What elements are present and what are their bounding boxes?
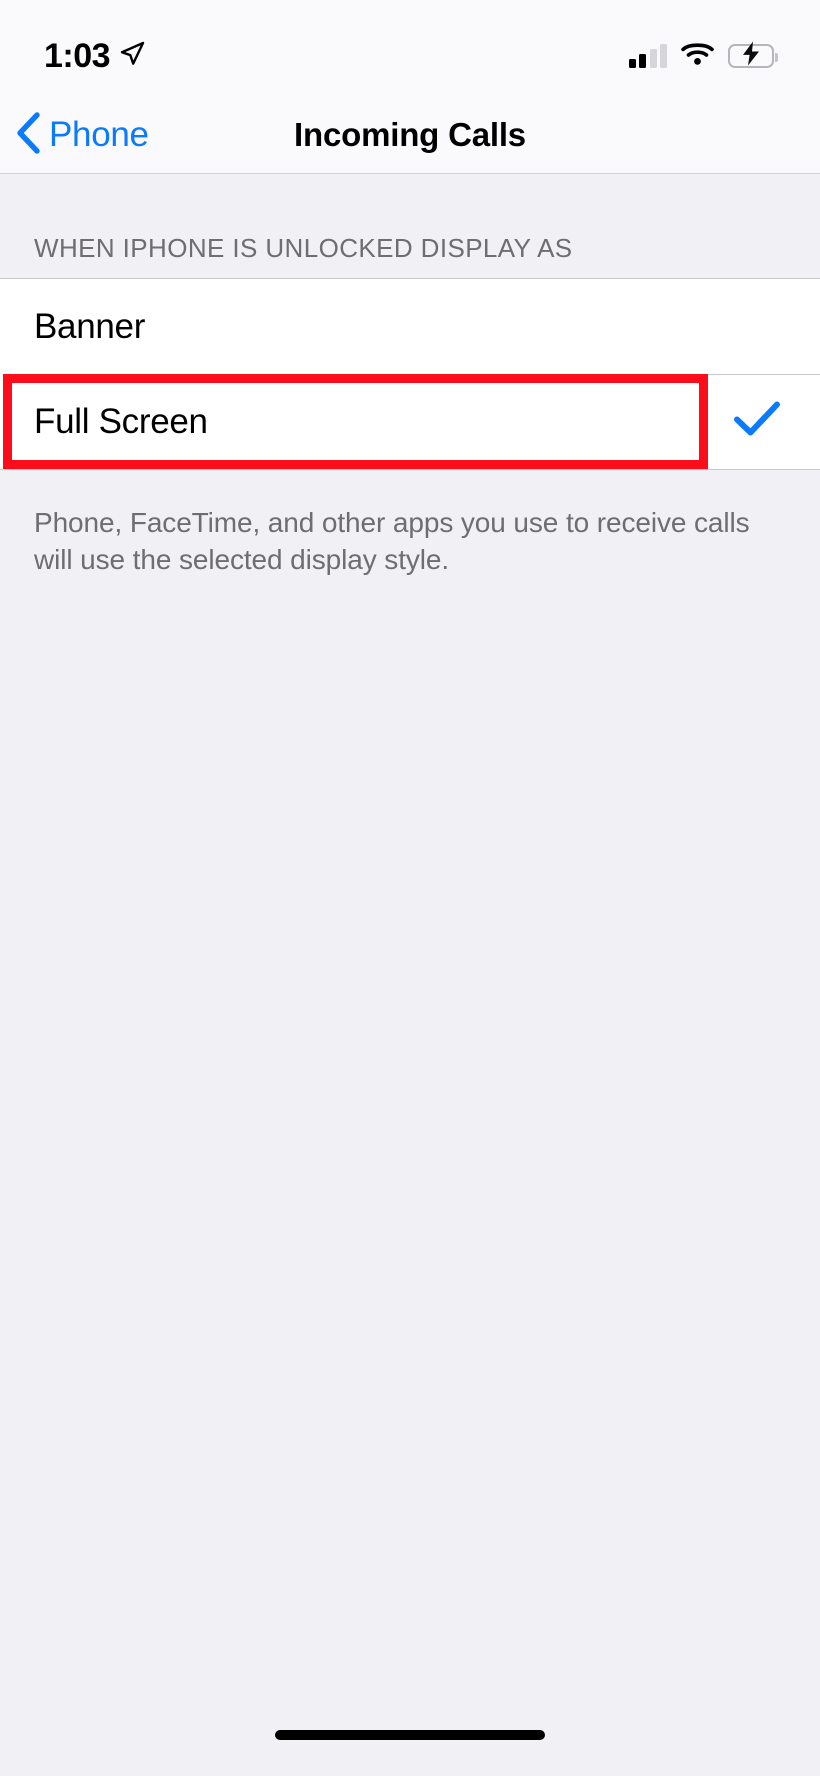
section-header: WHEN IPHONE IS UNLOCKED DISPLAY AS	[34, 233, 573, 263]
page-title: Incoming Calls	[294, 116, 526, 153]
list-item-full-screen[interactable]: Full Screen	[0, 374, 820, 469]
navigation-bar: Phone Incoming Calls	[0, 96, 820, 174]
checkmark-icon	[734, 401, 780, 442]
status-bar-right	[628, 41, 778, 71]
iphone-settings-screen: 1:03 Phone Incoming Calls WHEN IPHONE IS…	[0, 0, 820, 1776]
list-item-label: Banner	[34, 306, 146, 346]
cellular-signal-icon	[628, 44, 667, 68]
section-footer-note: Phone, FaceTime, and other apps you use …	[34, 507, 750, 576]
status-bar: 1:03	[0, 0, 820, 96]
location-arrow-icon	[119, 41, 145, 72]
wifi-icon	[681, 42, 714, 71]
status-bar-left: 1:03	[44, 39, 145, 73]
home-indicator[interactable]	[275, 1730, 545, 1740]
display-style-option-list: Banner Full Screen	[0, 278, 820, 470]
list-item-banner[interactable]: Banner	[0, 279, 820, 374]
battery-charging-icon	[728, 41, 778, 68]
status-bar-clock: 1:03	[44, 37, 111, 75]
list-item-label: Full Screen	[34, 401, 208, 441]
